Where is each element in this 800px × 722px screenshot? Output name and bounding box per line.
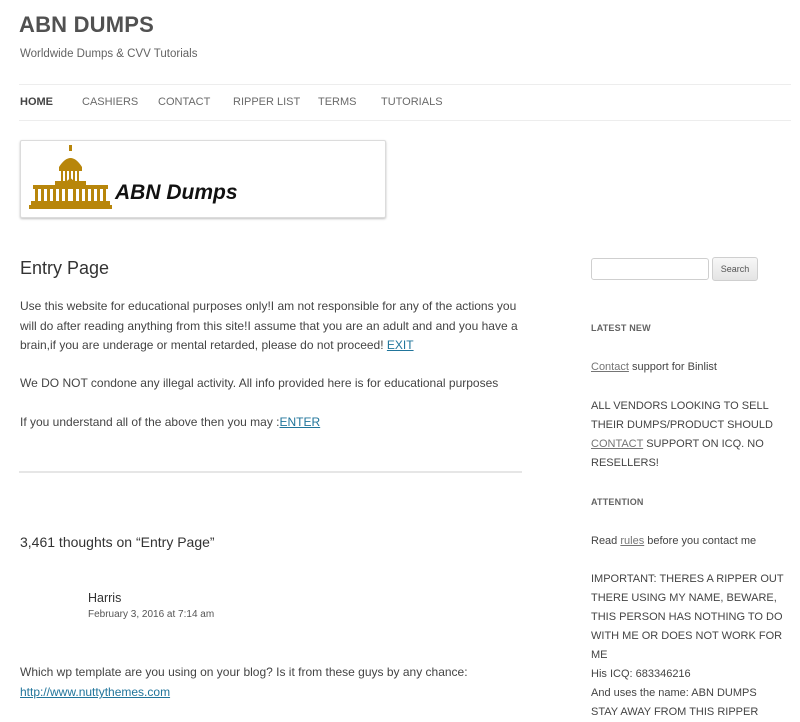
capitol-building-icon: [29, 145, 112, 209]
site-title[interactable]: ABN DUMPS: [19, 12, 154, 38]
nav-bottom-divider: [19, 120, 791, 121]
comment-link[interactable]: http://www.nuttythemes.com: [20, 685, 170, 699]
content-divider: [19, 471, 522, 473]
latest-news-item-1: Contact support for Binlist: [591, 358, 796, 377]
stay-away-notice: STAY AWAY FROM THIS RIPPER: [591, 706, 759, 718]
search-input[interactable]: [591, 258, 709, 280]
comment-text: Which wp template are you using on your …: [20, 665, 468, 679]
intro-paragraph: Use this website for educational purpose…: [20, 297, 520, 356]
nav-item-terms[interactable]: TERMS: [318, 96, 357, 108]
attention-rules-pre: Read: [591, 535, 621, 547]
exit-link[interactable]: EXIT: [387, 338, 414, 352]
nav-item-ripper-list[interactable]: RIPPER LIST: [233, 96, 300, 108]
attention-title: ATTENTION: [591, 497, 644, 507]
nav-item-tutorials[interactable]: TUTORIALS: [381, 96, 443, 108]
ripper-name: And uses the name: ABN DUMPS: [591, 687, 757, 699]
enter-paragraph: If you understand all of the above then …: [20, 413, 520, 433]
site-description: Worldwide Dumps & CVV Tutorials: [20, 48, 198, 60]
attention-rules-post: before you contact me: [644, 535, 757, 547]
comment-author[interactable]: Harris: [88, 591, 121, 605]
banner-logo-text: ABN Dumps: [115, 181, 238, 204]
enter-link[interactable]: ENTER: [280, 415, 321, 429]
search-button[interactable]: Search: [712, 257, 758, 281]
latest-news-item-2: ALL VENDORS LOOKING TO SELL THEIR DUMPS/…: [591, 397, 796, 473]
nav-top-divider: [19, 84, 791, 85]
ripper-icq: His ICQ: 683346216: [591, 668, 691, 680]
rules-link[interactable]: rules: [620, 535, 644, 547]
latest-news-item-1-text: support for Binlist: [628, 361, 717, 373]
nav-item-contact[interactable]: CONTACT: [158, 96, 210, 108]
comment-date[interactable]: February 3, 2016 at 7:14 am: [88, 609, 214, 620]
attention-rules-line: Read rules before you contact me: [591, 532, 796, 551]
header-banner[interactable]: ABN Dumps: [20, 140, 386, 218]
enter-text: If you understand all of the above then …: [20, 415, 280, 429]
comments-title: 3,461 thoughts on “Entry Page”: [20, 534, 215, 550]
comment-body: Which wp template are you using on your …: [20, 662, 540, 702]
attention-body: IMPORTANT: THERES A RIPPER OUT THERE USI…: [591, 570, 791, 722]
contact-link[interactable]: Contact: [591, 361, 629, 373]
nav-item-cashiers[interactable]: CASHIERS: [82, 96, 138, 108]
page-title: Entry Page: [20, 258, 110, 278]
intro-text: Use this website for educational purpose…: [20, 299, 518, 352]
attention-warning: IMPORTANT: THERES A RIPPER OUT THERE USI…: [591, 573, 784, 661]
vendor-contact-link[interactable]: CONTACT: [591, 438, 643, 450]
disclaimer-paragraph: We DO NOT condone any illegal activity. …: [20, 376, 499, 390]
nav-item-home[interactable]: HOME: [20, 96, 53, 108]
latest-news-title: LATEST NEW: [591, 323, 651, 333]
latest-news-item-2-pre: ALL VENDORS LOOKING TO SELL THEIR DUMPS/…: [591, 400, 773, 431]
